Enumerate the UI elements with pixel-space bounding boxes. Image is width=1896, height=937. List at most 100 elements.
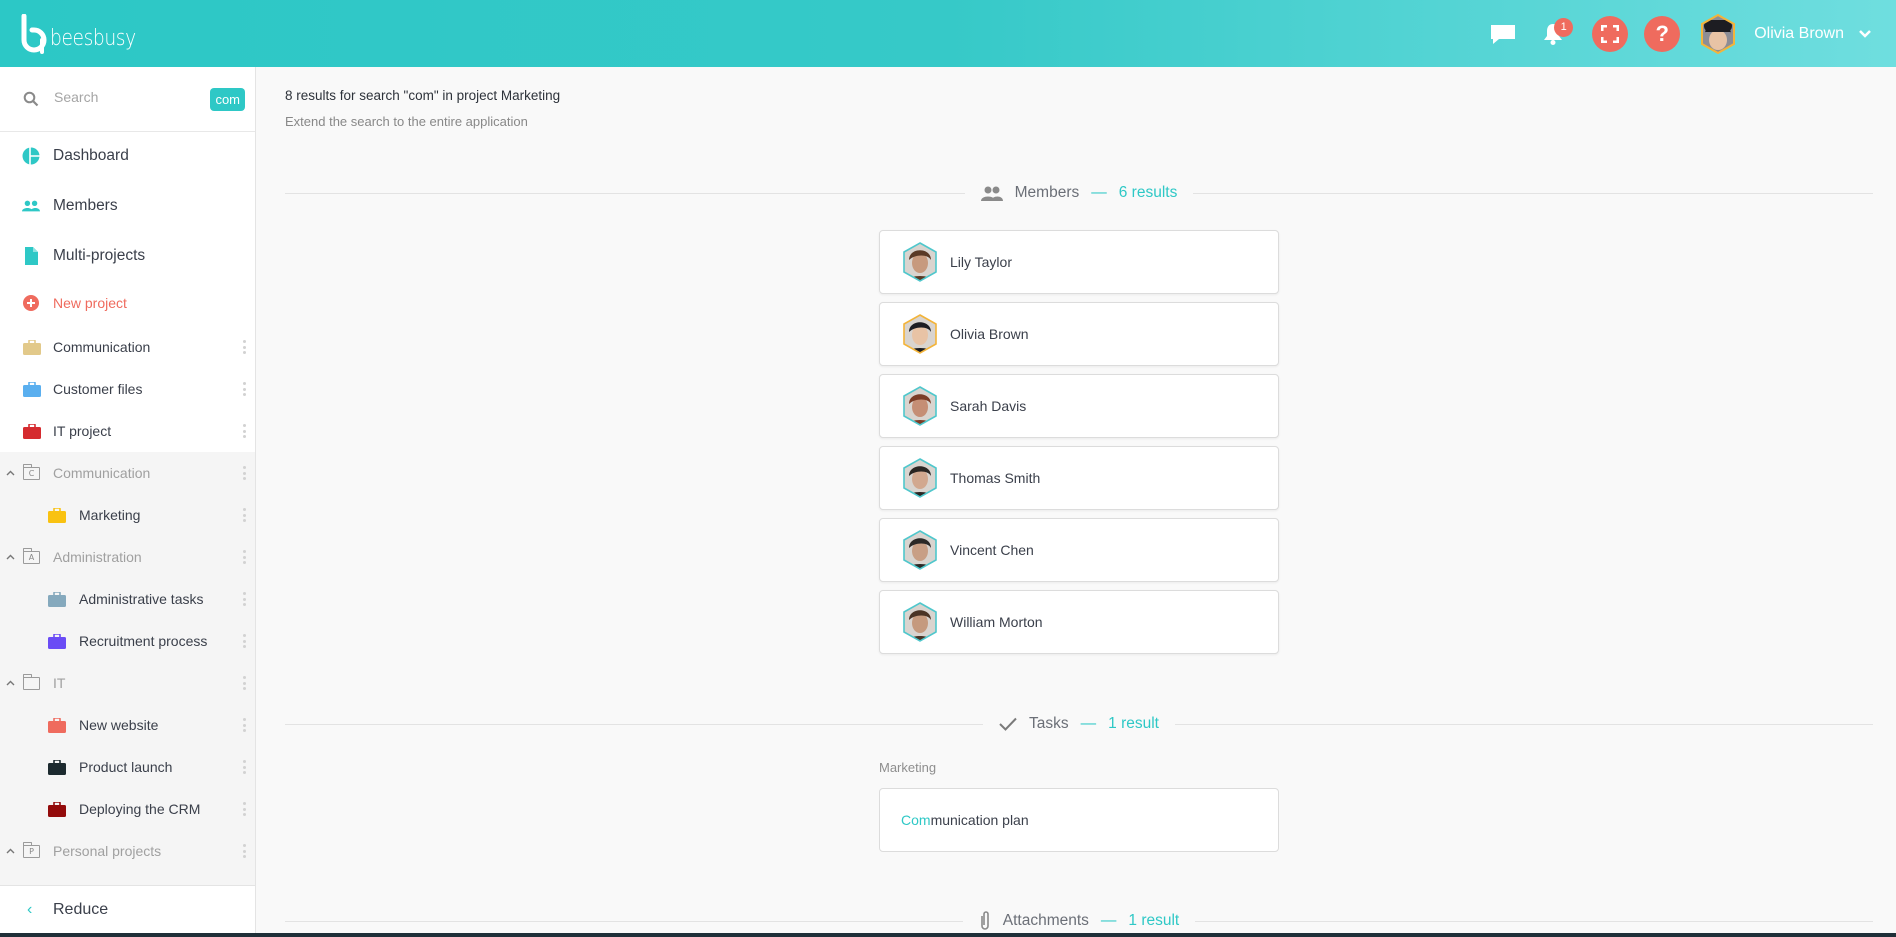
- sidebar-folder-administration[interactable]: A Administration: [0, 536, 255, 578]
- members-icon: [22, 197, 40, 215]
- new-project-label: New project: [53, 295, 127, 311]
- help-icon: ?: [1655, 20, 1669, 46]
- sidebar-project-administrative-tasks[interactable]: Administrative tasks: [0, 578, 255, 620]
- task-title: Communication plan: [901, 812, 1029, 828]
- project-label: Administrative tasks: [79, 591, 204, 607]
- sidebar-project-deploying-the-crm[interactable]: Deploying the CRM: [0, 788, 255, 830]
- briefcase-icon: [48, 801, 66, 817]
- section-title: Attachments: [1002, 912, 1089, 929]
- help-button[interactable]: ?: [1644, 15, 1681, 52]
- sidebar-item-dashboard[interactable]: Dashboard: [0, 144, 255, 168]
- member-name: Olivia Brown: [950, 326, 1029, 342]
- sidebar-project-customer-files[interactable]: Customer files: [0, 368, 255, 410]
- folder-icon: [22, 673, 40, 690]
- member-avatar: [903, 530, 937, 570]
- member-result-card[interactable]: William Morton: [879, 590, 1279, 654]
- section-dash: —: [1100, 912, 1117, 929]
- member-avatar: [903, 314, 937, 354]
- user-avatar[interactable]: [1700, 13, 1736, 54]
- more-options-icon[interactable]: [242, 340, 246, 354]
- sidebar-project-communication[interactable]: Communication: [0, 326, 255, 368]
- app-name: beesbusy: [50, 25, 136, 51]
- member-result-card[interactable]: Thomas Smith: [879, 446, 1279, 510]
- folder-label: Personal projects: [53, 843, 162, 859]
- chat-icon[interactable]: [1490, 23, 1516, 45]
- sidebar-project-product-launch[interactable]: Product launch: [0, 746, 255, 788]
- section-count: 1 result: [1128, 912, 1180, 929]
- more-options-icon[interactable]: [242, 424, 246, 438]
- folder-icon: A: [22, 547, 40, 564]
- member-name: Vincent Chen: [950, 542, 1034, 558]
- more-options-icon[interactable]: [242, 592, 246, 606]
- chevron-up-icon[interactable]: [6, 848, 15, 854]
- reduce-sidebar-button[interactable]: ‹ Reduce: [0, 885, 255, 933]
- section-count: 6 results: [1118, 184, 1178, 201]
- results-summary: 8 results for search "com" in project Ma…: [285, 88, 561, 103]
- more-options-icon[interactable]: [242, 550, 246, 564]
- sidebar-project-it-project[interactable]: IT project: [0, 410, 255, 452]
- sidebar-project-new-website[interactable]: New website: [0, 704, 255, 746]
- project-label: IT project: [53, 423, 112, 439]
- extend-search-link[interactable]: Extend the search to the entire applicat…: [285, 114, 528, 129]
- check-icon: [999, 717, 1017, 731]
- briefcase-icon: [23, 423, 41, 439]
- member-result-card[interactable]: Sarah Davis: [879, 374, 1279, 438]
- notifications-button[interactable]: 1: [1542, 17, 1574, 46]
- sidebar-folder-communication[interactable]: C Communication: [0, 452, 255, 494]
- sidebar-item-label: Dashboard: [53, 147, 129, 164]
- more-options-icon[interactable]: [242, 676, 246, 690]
- sidebar-project-marketing[interactable]: Marketing: [0, 494, 255, 536]
- project-label: Marketing: [79, 507, 141, 523]
- more-options-icon[interactable]: [242, 634, 246, 648]
- app-logo[interactable]: beesbusy: [20, 14, 151, 54]
- briefcase-icon: [48, 507, 66, 523]
- member-result-card[interactable]: Olivia Brown: [879, 302, 1279, 366]
- tasks-section-header: Tasks — 1 result: [285, 712, 1873, 736]
- plus-circle-icon: [22, 294, 40, 312]
- sidebar-project-recruitment-process[interactable]: Recruitment process: [0, 620, 255, 662]
- task-title-rest: munication plan: [930, 812, 1029, 828]
- briefcase-icon: [48, 591, 66, 607]
- search-bar: com: [0, 67, 255, 132]
- member-avatar: [903, 386, 937, 426]
- folder-label: IT: [53, 675, 66, 691]
- chevron-up-icon[interactable]: [6, 680, 15, 686]
- more-options-icon[interactable]: [242, 844, 246, 858]
- fullscreen-button[interactable]: [1592, 15, 1629, 52]
- section-dash: —: [1091, 184, 1107, 201]
- sidebar-folder-it[interactable]: IT: [0, 662, 255, 704]
- chevron-up-icon[interactable]: [6, 554, 15, 560]
- user-name[interactable]: Olivia Brown: [1754, 25, 1844, 43]
- sidebar-item-multi-projects[interactable]: Multi-projects: [0, 244, 255, 268]
- member-name: William Morton: [950, 614, 1043, 630]
- briefcase-icon: [48, 717, 66, 733]
- more-options-icon[interactable]: [242, 802, 246, 816]
- member-avatar: [903, 458, 937, 498]
- chevron-up-icon[interactable]: [6, 470, 15, 476]
- project-label: Product launch: [79, 759, 173, 775]
- more-options-icon[interactable]: [242, 508, 246, 522]
- search-icon: [23, 91, 39, 107]
- member-result-card[interactable]: Vincent Chen: [879, 518, 1279, 582]
- more-options-icon[interactable]: [242, 466, 246, 480]
- member-avatar: [903, 242, 937, 282]
- search-term-chip[interactable]: com: [210, 88, 245, 111]
- sidebar-item-members[interactable]: Members: [0, 194, 255, 218]
- task-result-card[interactable]: Communication plan: [879, 788, 1279, 852]
- new-project-button[interactable]: New project: [0, 293, 255, 313]
- folder-icon: P: [22, 841, 40, 858]
- dashboard-icon: [22, 147, 40, 165]
- project-label: Recruitment process: [79, 633, 208, 649]
- folder-label: Communication: [53, 465, 151, 481]
- member-result-card[interactable]: Lily Taylor: [879, 230, 1279, 294]
- chevron-down-icon[interactable]: [1858, 29, 1872, 39]
- sidebar-folder-personal-projects[interactable]: P Personal projects: [0, 830, 255, 872]
- attachments-section-header: Attachments — 1 result: [285, 909, 1873, 933]
- folder-icon: C: [22, 463, 40, 480]
- more-options-icon[interactable]: [242, 718, 246, 732]
- more-options-icon[interactable]: [242, 760, 246, 774]
- sidebar: com Dashboard Members Multi-projects New…: [0, 67, 256, 933]
- more-options-icon[interactable]: [242, 382, 246, 396]
- search-input[interactable]: [54, 89, 194, 105]
- briefcase-icon: [48, 759, 66, 775]
